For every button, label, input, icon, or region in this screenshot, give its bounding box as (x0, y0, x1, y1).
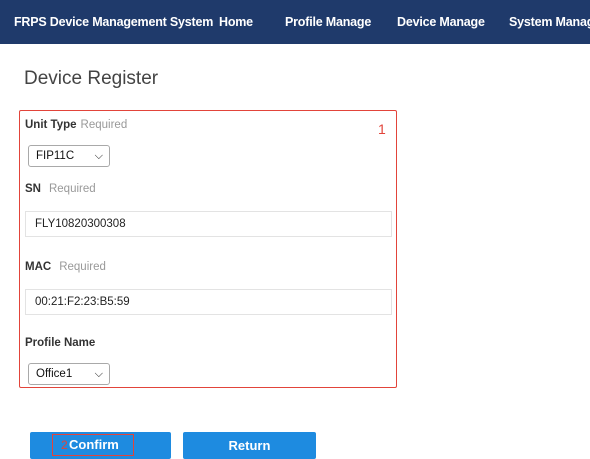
profile-name-label-text: Profile Name (25, 337, 96, 349)
mac-label: MAC Required (25, 261, 106, 273)
confirm-label: Confirm (69, 437, 119, 452)
nav-device-manage[interactable]: Device Manage (397, 15, 485, 29)
sn-label-text: SN (25, 183, 41, 195)
unit-type-label-text: Unit Type (25, 119, 77, 131)
confirm-highlight-box: 2 Confirm (52, 434, 134, 456)
page-title: Device Register (24, 68, 159, 89)
unit-type-label: Unit Type Required (25, 119, 127, 131)
profile-name-select[interactable]: Office1 ⌵ (28, 363, 110, 385)
form-annotation-marker: 1 (378, 121, 386, 137)
profile-name-label: Profile Name (25, 337, 95, 349)
confirm-annotation-marker: 2 (61, 438, 68, 452)
sn-label: SN Required (25, 183, 96, 195)
top-navbar: FRPS Device Management System Home Profi… (0, 0, 590, 44)
device-register-form: 1 Unit Type Required FIP11C ⌵ SN Required … (19, 110, 397, 388)
nav-system-manage[interactable]: System Manage (509, 15, 590, 29)
confirm-button[interactable]: 2 Confirm (30, 432, 171, 459)
nav-profile-manage[interactable]: Profile Manage (285, 15, 371, 29)
sn-input[interactable]: FLY10820300308 (25, 211, 392, 237)
app-brand[interactable]: FRPS Device Management System (14, 15, 213, 29)
chevron-down-icon: ⌵ (94, 368, 103, 380)
unit-type-required-hint: Required (80, 119, 128, 131)
mac-input[interactable]: 00:21:F2:23:B5:59 (25, 289, 392, 315)
sn-required-hint: Required (48, 183, 96, 195)
mac-required-hint: Required (59, 261, 106, 273)
nav-home[interactable]: Home (219, 15, 253, 29)
mac-label-text: MAC (25, 261, 52, 273)
unit-type-select[interactable]: FIP11C ⌵ (28, 145, 110, 167)
unit-type-value: FIP11C (36, 150, 75, 162)
chevron-down-icon: ⌵ (94, 150, 103, 162)
profile-name-value: Office1 (36, 368, 73, 380)
return-button[interactable]: Return (183, 432, 316, 459)
